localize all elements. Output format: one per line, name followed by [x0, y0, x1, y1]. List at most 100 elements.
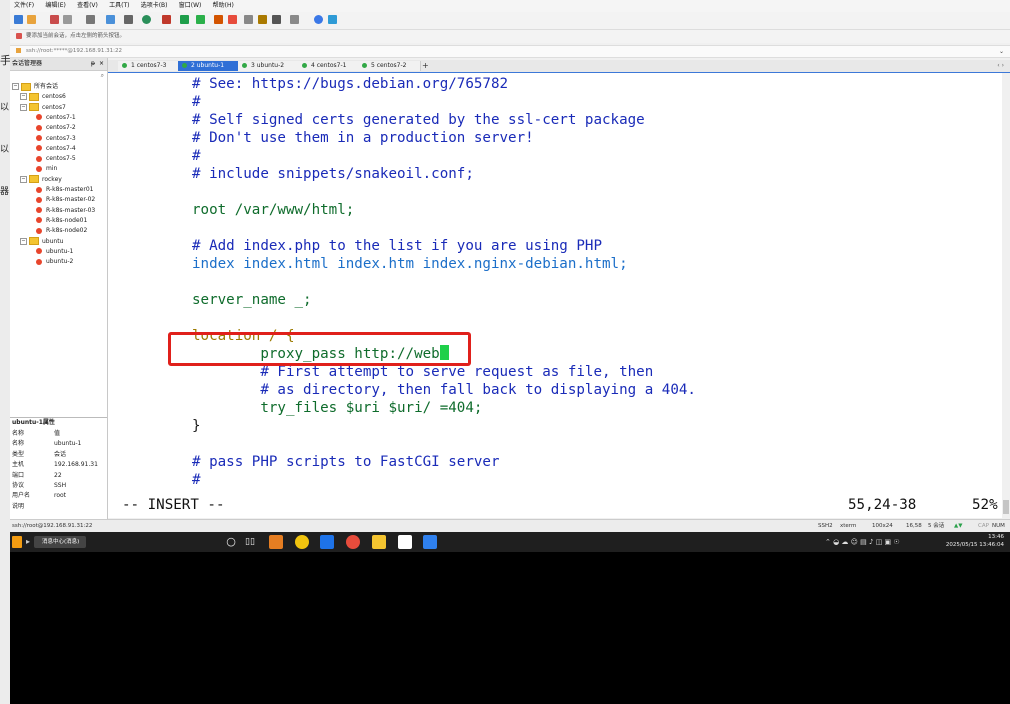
- terminal-line: #: [192, 148, 201, 164]
- tree-label: min: [46, 165, 58, 173]
- new-session-icon[interactable]: [14, 15, 23, 24]
- tree-session[interactable]: centos7-5: [36, 154, 76, 164]
- menu-tabs[interactable]: 选项卡(B): [141, 0, 168, 12]
- close-icon[interactable]: ×: [99, 58, 104, 70]
- open-folder-icon[interactable]: [27, 15, 36, 24]
- vim-status-line: -- INSERT -- 55,24-38 52%: [108, 496, 1010, 514]
- tree-session[interactable]: centos7-1: [36, 113, 76, 123]
- expand-toggle-icon[interactable]: −: [20, 175, 27, 183]
- tab-ubuntu-1[interactable]: 2 ubuntu-1: [178, 61, 241, 71]
- tree-label: R-k8s-master-03: [46, 206, 96, 214]
- globe-icon[interactable]: [142, 15, 151, 24]
- script-icon[interactable]: [196, 15, 205, 24]
- typora-icon[interactable]: [398, 535, 412, 549]
- menu-view[interactable]: 查看(V): [77, 0, 98, 12]
- help-icon[interactable]: [314, 15, 323, 24]
- search-circle-icon[interactable]: ○: [223, 534, 239, 550]
- tree-label: centos7: [42, 103, 66, 111]
- xshell-icon[interactable]: [346, 535, 360, 549]
- tab-ubuntu-2[interactable]: 3 ubuntu-2: [238, 61, 301, 71]
- background-window-strip: 手 以 以 器: [0, 0, 11, 704]
- tree-folder[interactable]: − rockey: [20, 175, 62, 185]
- expand-toggle-icon[interactable]: −: [20, 237, 27, 245]
- user-avatar-icon[interactable]: [12, 536, 22, 548]
- tree-session[interactable]: ubuntu-1: [36, 247, 73, 257]
- menu-edit[interactable]: 编辑(E): [45, 0, 65, 12]
- tree-session[interactable]: R-k8s-master-02: [36, 195, 95, 205]
- property-row: 用户名 root: [12, 491, 66, 501]
- scrollbar-thumb[interactable]: [1003, 500, 1009, 514]
- transfer-icon[interactable]: [180, 15, 189, 24]
- toolbar: [10, 12, 1010, 30]
- keyboard-icon[interactable]: [244, 15, 253, 24]
- disconnect-icon[interactable]: [50, 15, 59, 24]
- tree-session[interactable]: R-k8s-node01: [36, 216, 87, 226]
- app-icon[interactable]: [423, 535, 437, 549]
- address-bar[interactable]: ssh://root:*****@192.168.91.31:22 ⌄: [10, 45, 1010, 58]
- terminal-line: }: [192, 418, 201, 434]
- system-tray-icons[interactable]: ⌃ ◒ ☁ ☺ ▤ ♪ ◫ ▣ ☉: [825, 534, 935, 550]
- pin-icon[interactable]: ᵽ: [91, 58, 95, 70]
- chat-icon[interactable]: [328, 15, 337, 24]
- status-cursor: 16,58: [906, 523, 922, 529]
- search-icon[interactable]: ⌕: [101, 72, 104, 80]
- expand-toggle-icon[interactable]: −: [12, 83, 19, 90]
- stop-icon[interactable]: [228, 15, 237, 24]
- tree-session[interactable]: centos7-3: [36, 134, 76, 144]
- tab-scroll-icon[interactable]: ‹ ›: [997, 60, 1004, 72]
- tree-session[interactable]: R-k8s-master01: [36, 185, 93, 195]
- tab-centos7-2[interactable]: 5 centos7-2: [358, 61, 421, 71]
- lock-icon[interactable]: [214, 15, 223, 24]
- tree-session[interactable]: R-k8s-node02: [36, 226, 87, 236]
- widget-icon[interactable]: ▸: [26, 536, 32, 548]
- clock[interactable]: 13:46 2025/05/15 13:46:04: [946, 533, 1004, 549]
- status-dot-icon: [242, 63, 247, 68]
- property-value: 192.168.91.31: [54, 461, 98, 469]
- terminal-scrollbar[interactable]: [1002, 73, 1010, 518]
- tree-session[interactable]: centos7-4: [36, 144, 76, 154]
- expand-toggle-icon[interactable]: −: [20, 93, 27, 101]
- address-lock-icon: [16, 48, 21, 53]
- tree-session[interactable]: centos7-2: [36, 123, 76, 133]
- address-text: ssh://root:*****@192.168.91.31:22: [26, 48, 122, 54]
- task-view-icon[interactable]: ▯▯: [245, 534, 259, 550]
- app-icon[interactable]: [320, 535, 334, 549]
- terminal[interactable]: # See: https://bugs.debian.org/765782 # …: [108, 73, 1010, 518]
- tree-folder[interactable]: − ubuntu: [20, 237, 63, 247]
- tab-centos7-3[interactable]: 1 centos7-3: [118, 61, 181, 71]
- tree-folder[interactable]: − centos6: [20, 92, 66, 102]
- menu-window[interactable]: 窗口(W): [179, 0, 202, 12]
- tree-folder[interactable]: − 所有会话: [12, 82, 58, 92]
- xftp-icon[interactable]: [162, 15, 171, 24]
- layout-icon[interactable]: [290, 15, 299, 24]
- taskbar-app-button[interactable]: 消息中心(消息): [34, 536, 86, 548]
- terminal-line: # Don't use them in a production server!: [192, 130, 534, 146]
- tab-centos7-1[interactable]: 4 centos7-1: [298, 61, 361, 71]
- tree-label: R-k8s-node01: [46, 216, 88, 224]
- properties-icon[interactable]: [124, 15, 133, 24]
- tree-session[interactable]: min: [36, 164, 57, 174]
- menu-file[interactable]: 文件(F): [14, 0, 34, 12]
- find-icon[interactable]: [106, 15, 115, 24]
- copy-icon[interactable]: [86, 15, 95, 24]
- expand-toggle-icon[interactable]: −: [20, 103, 27, 111]
- highlight-icon[interactable]: [258, 15, 267, 24]
- tree-folder[interactable]: − centos7: [20, 103, 66, 113]
- tree-session[interactable]: ubuntu-2: [36, 257, 73, 267]
- session-icon: [36, 186, 42, 193]
- add-tab-icon[interactable]: +: [422, 60, 429, 72]
- compose-icon[interactable]: [272, 15, 281, 24]
- address-dropdown-icon[interactable]: ⌄: [999, 46, 1004, 57]
- reconnect-icon[interactable]: [63, 15, 72, 24]
- terminal-line: root /var/www/html;: [192, 202, 355, 218]
- terminal-line: #: [192, 472, 201, 488]
- menu-help[interactable]: 帮助(H): [213, 0, 234, 12]
- app-icon[interactable]: [269, 535, 283, 549]
- menu-tools[interactable]: 工具(T): [109, 0, 129, 12]
- session-icon: [36, 165, 42, 172]
- file-explorer-icon[interactable]: [372, 535, 386, 549]
- notice-text: 要添加当前会话，点击左侧的箭头按钮。: [26, 33, 126, 39]
- tree-session[interactable]: R-k8s-master-03: [36, 206, 95, 216]
- chrome-icon[interactable]: [295, 535, 309, 549]
- highlight-box: [168, 332, 471, 366]
